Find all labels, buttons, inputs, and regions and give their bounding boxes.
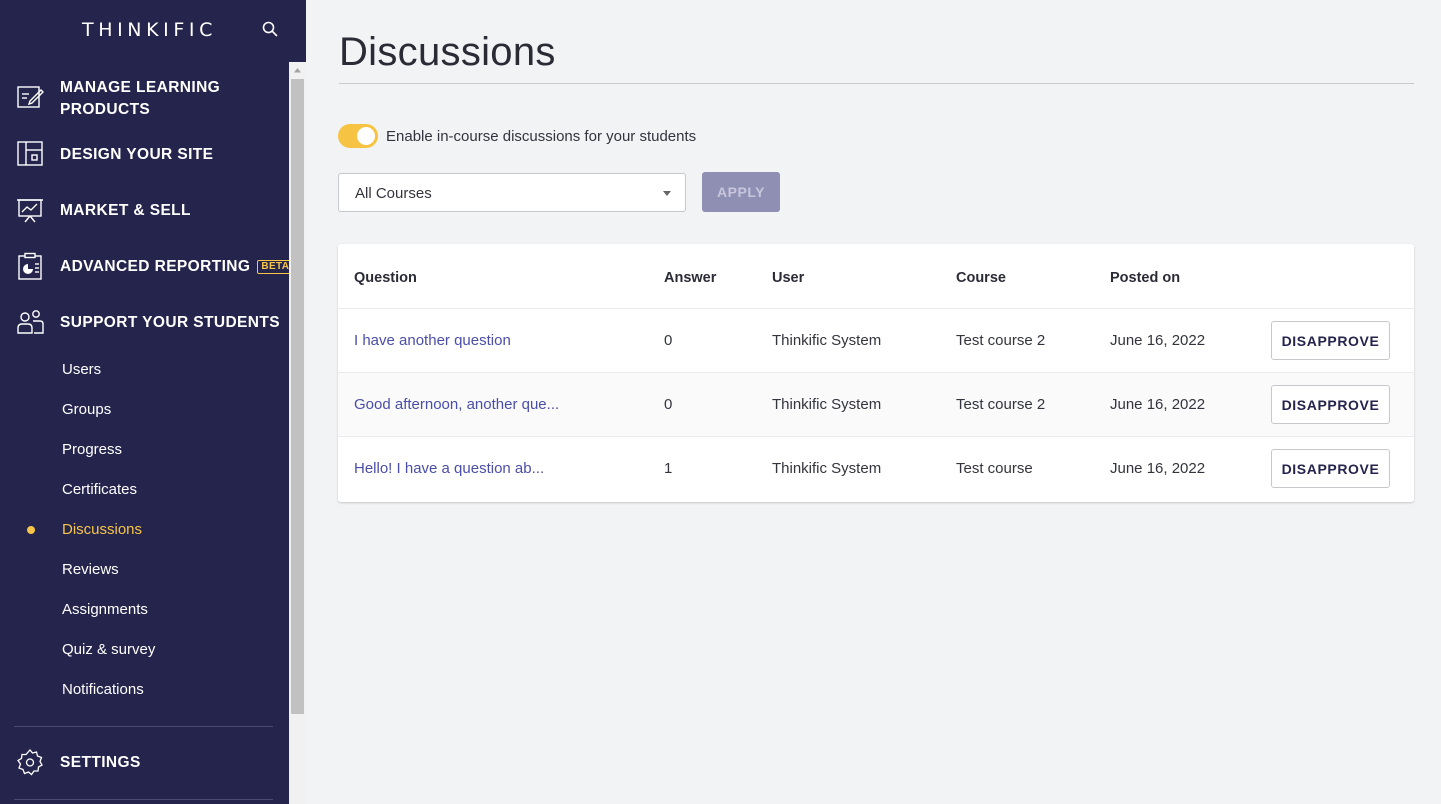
edit-doc-icon	[17, 86, 44, 108]
report-clipboard-icon	[18, 252, 42, 280]
header-course: Course	[956, 270, 1006, 286]
question-link[interactable]: Hello! I have a question ab...	[354, 459, 544, 479]
table-row: Good afternoon, another que... 0 Thinkif…	[338, 372, 1414, 436]
header-answer: Answer	[664, 270, 717, 286]
nav-design-your-site[interactable]: DESIGN YOUR SITE	[0, 140, 289, 170]
sidebar-item-assignments[interactable]: Assignments	[62, 600, 148, 620]
nav-label: SETTINGS	[60, 754, 141, 771]
course-name: Test course 2	[956, 332, 1046, 349]
question-link[interactable]: Good afternoon, another que...	[354, 395, 559, 415]
page-title: Discussions	[339, 30, 556, 74]
scroll-up-arrow-icon[interactable]	[289, 62, 306, 79]
search-icon[interactable]	[262, 21, 278, 37]
nav-support-your-students[interactable]: SUPPORT YOUR STUDENTS	[0, 308, 289, 338]
nav-label: SUPPORT YOUR STUDENTS	[60, 314, 280, 331]
toggle-label: Enable in-course discussions for your st…	[386, 128, 697, 145]
gear-icon	[17, 749, 43, 776]
posted-date: June 16, 2022	[1110, 332, 1206, 349]
question-link[interactable]: I have another question	[354, 331, 511, 351]
user-name: Thinkific System	[772, 332, 882, 349]
sidebar: THINKIFIC MANAGE LEARNING PRODUCTS DESIG…	[0, 0, 306, 804]
user-name: Thinkific System	[772, 460, 882, 477]
course-filter-select[interactable]: All Courses	[338, 173, 686, 212]
scrollbar-thumb[interactable]	[291, 79, 304, 714]
user-name: Thinkific System	[772, 396, 882, 413]
sidebar-item-notifications[interactable]: Notifications	[62, 680, 144, 700]
main-content: Discussions Enable in-course discussions…	[306, 0, 1441, 804]
table-row: Hello! I have a question ab... 1 Thinkif…	[338, 436, 1414, 500]
nav-settings[interactable]: SETTINGS	[0, 748, 289, 778]
sidebar-scrollbar[interactable]	[289, 62, 306, 804]
posted-date: June 16, 2022	[1110, 396, 1206, 413]
nav-label: ADVANCED REPORTING	[60, 258, 251, 275]
title-divider	[339, 83, 1414, 84]
active-indicator-dot	[27, 526, 35, 534]
header-user: User	[772, 270, 805, 286]
sidebar-item-users[interactable]: Users	[62, 360, 101, 380]
chevron-down-icon	[663, 191, 671, 196]
disapprove-button[interactable]: DISAPPROVE	[1271, 385, 1390, 424]
nav-manage-learning-products[interactable]: MANAGE LEARNING PRODUCTS	[0, 77, 289, 123]
nav-market-and-sell[interactable]: MARKET & SELL	[0, 196, 289, 226]
table-row: I have another question 0 Thinkific Syst…	[338, 308, 1414, 372]
nav-advanced-reporting[interactable]: ADVANCED REPORTING BETA	[0, 252, 294, 282]
header-posted-on: Posted on	[1110, 270, 1181, 286]
brand-bar: THINKIFIC	[0, 0, 306, 62]
sidebar-item-certificates[interactable]: Certificates	[62, 480, 137, 500]
sidebar-divider	[14, 799, 273, 800]
sidebar-item-discussions[interactable]: Discussions	[62, 520, 142, 540]
sidebar-divider	[14, 726, 273, 727]
sidebar-item-groups[interactable]: Groups	[62, 400, 111, 420]
sidebar-item-progress[interactable]: Progress	[62, 440, 122, 460]
people-icon	[17, 310, 44, 334]
posted-date: June 16, 2022	[1110, 460, 1206, 477]
answer-count: 1	[664, 460, 673, 477]
toggle-knob	[357, 127, 375, 145]
disapprove-button[interactable]: DISAPPROVE	[1271, 321, 1390, 360]
course-name: Test course	[956, 460, 1033, 477]
header-question: Question	[354, 270, 417, 286]
nav-label: PRODUCTS	[60, 101, 151, 118]
nav-label: DESIGN YOUR SITE	[60, 146, 214, 163]
answer-count: 0	[664, 396, 673, 413]
nav-label: MARKET & SELL	[60, 202, 191, 219]
disapprove-button[interactable]: DISAPPROVE	[1271, 449, 1390, 488]
nav-label: MANAGE LEARNING	[60, 79, 221, 96]
course-name: Test course 2	[956, 396, 1046, 413]
sidebar-item-reviews[interactable]: Reviews	[62, 560, 119, 580]
apply-button[interactable]: APPLY	[702, 172, 780, 212]
sidebar-nav: MANAGE LEARNING PRODUCTS DESIGN YOUR SIT…	[0, 62, 294, 804]
layout-icon	[17, 141, 43, 166]
presentation-chart-icon	[17, 199, 43, 223]
discussions-table: Question Answer User Course Posted on I …	[338, 244, 1414, 502]
thinkific-logo[interactable]: THINKIFIC	[82, 19, 217, 41]
discussions-toggle[interactable]	[338, 124, 378, 148]
select-value: All Courses	[355, 185, 432, 202]
answer-count: 0	[664, 332, 673, 349]
sidebar-item-quiz-survey[interactable]: Quiz & survey	[62, 640, 155, 660]
